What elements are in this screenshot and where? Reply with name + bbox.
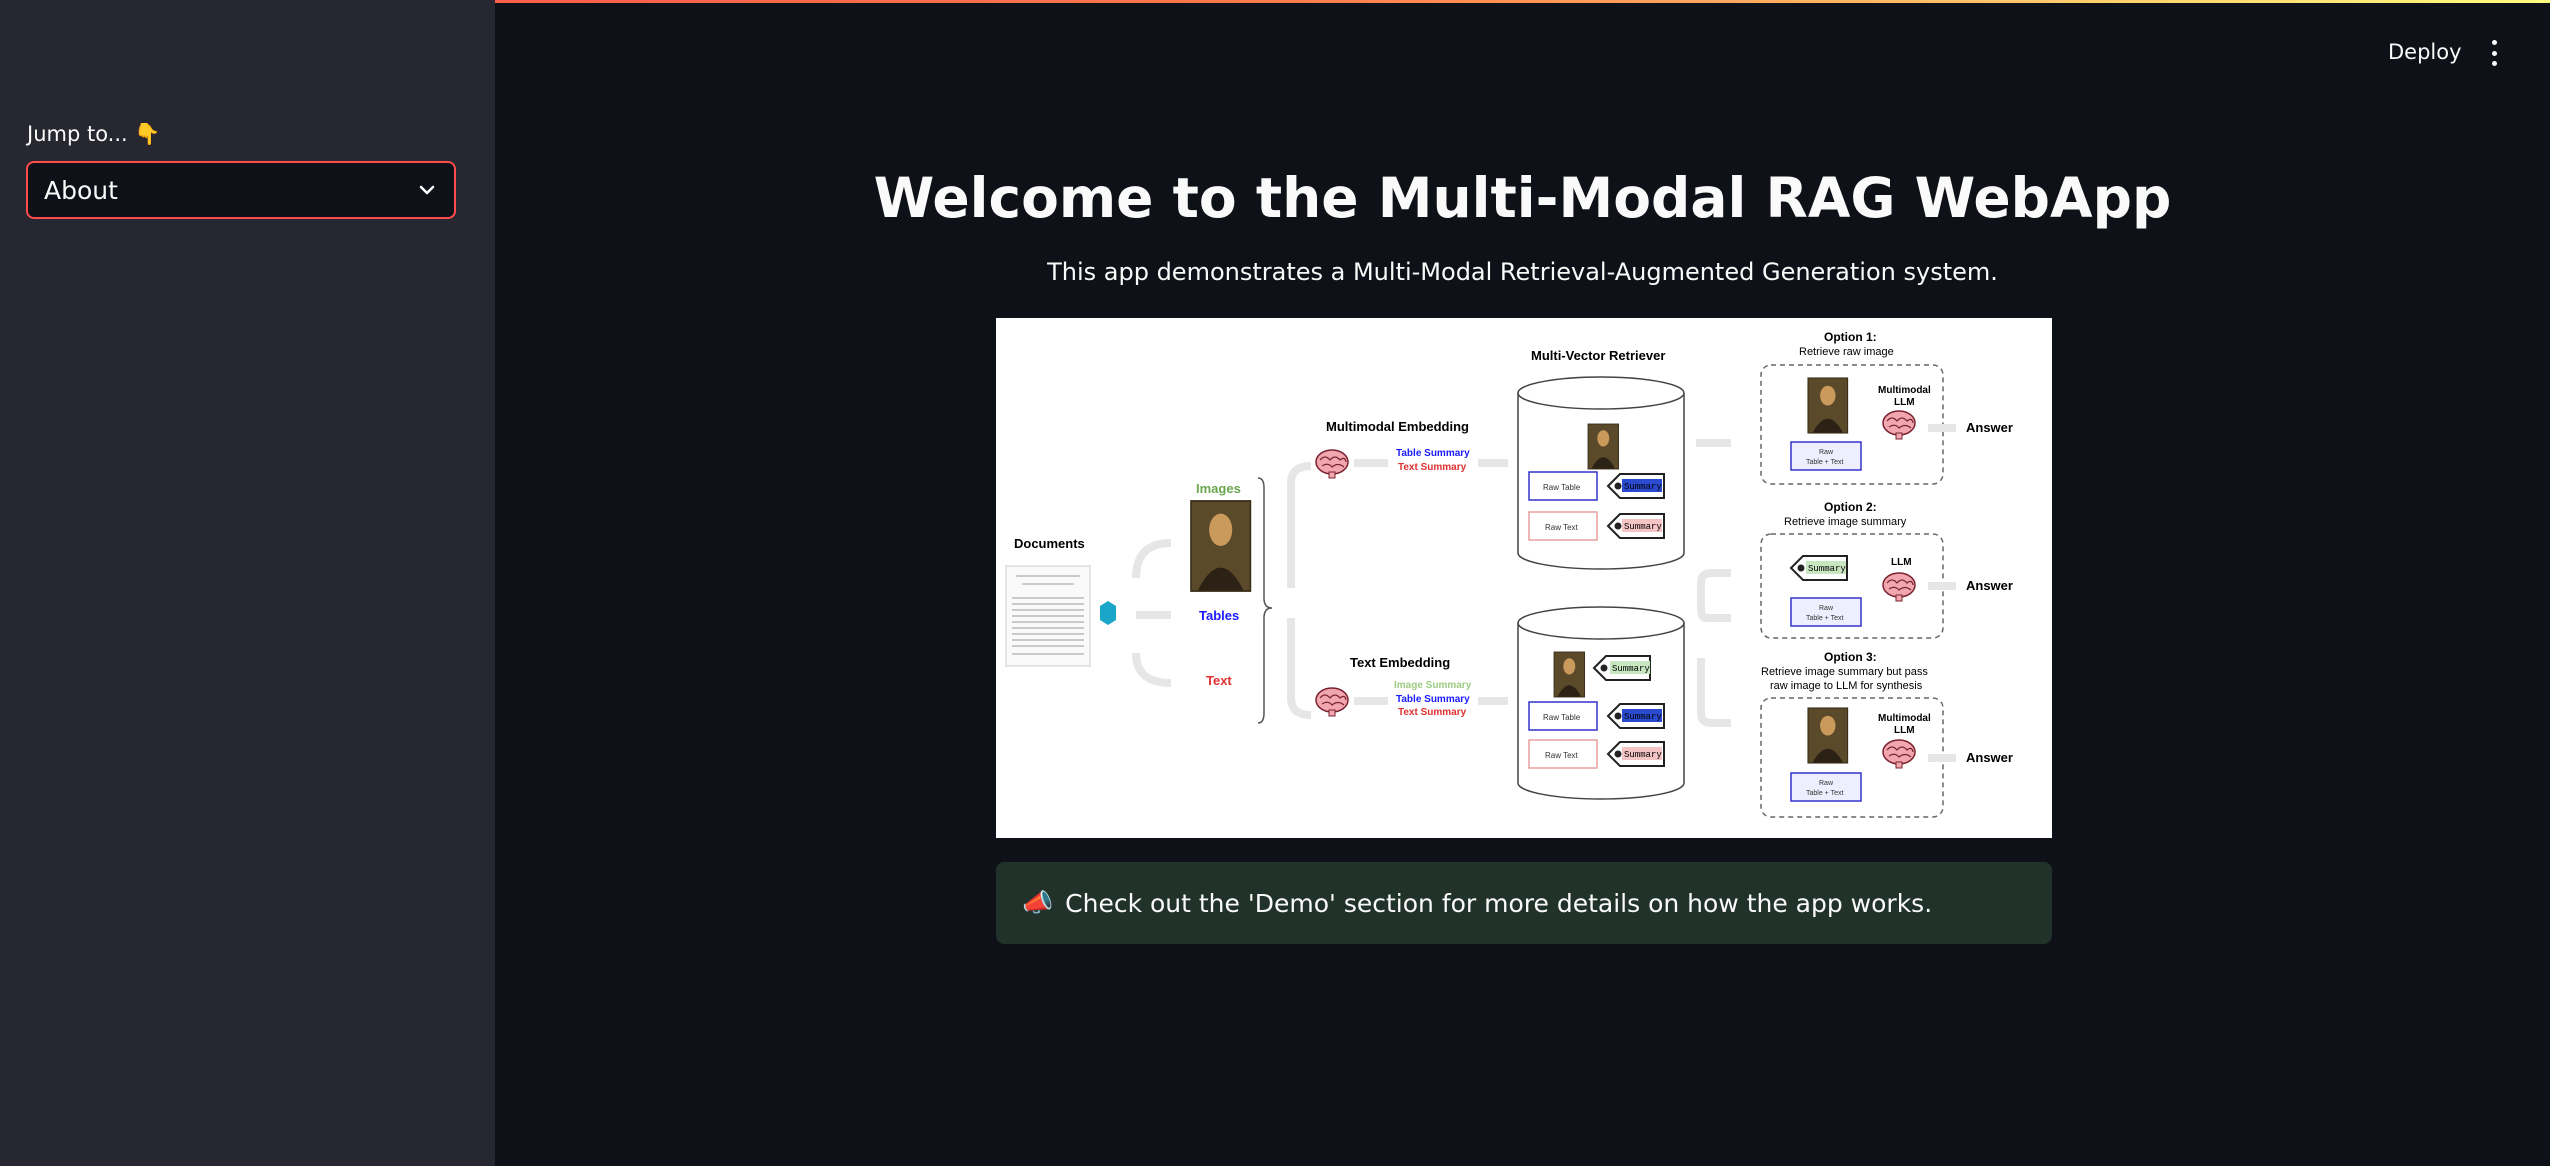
summary-tag-label: Summary <box>1808 564 1846 574</box>
option3-desc-line2: raw image to LLM for synthesis <box>1770 680 1923 692</box>
text-embedding-label: Text Embedding <box>1350 655 1450 670</box>
option1-title: Option 1: <box>1824 330 1877 344</box>
summary-tag-label: Summary <box>1624 750 1662 760</box>
brain-icon <box>1882 410 1916 440</box>
multimodal-label: Multimodal <box>1878 713 1931 724</box>
info-text: Check out the 'Demo' section for more de… <box>1065 888 1933 918</box>
table-summary-label: Table Summary <box>1396 694 1470 705</box>
option2-desc: Retrieve image summary <box>1784 516 1907 528</box>
brain-icon <box>1315 449 1349 479</box>
option3-title: Option 3: <box>1824 650 1877 664</box>
page-title: Welcome to the Multi-Modal RAG WebApp <box>873 166 2172 230</box>
page-select-value: About <box>44 175 118 205</box>
group-brace <box>1257 477 1273 724</box>
llm-label: LLM <box>1891 557 1912 568</box>
brain-icon <box>1882 739 1916 769</box>
split-arrows <box>1132 539 1172 687</box>
raw-text-label: Raw Text <box>1545 523 1579 532</box>
answer-label: Answer <box>1966 578 2013 593</box>
table-text-label: Table + Text <box>1806 790 1843 797</box>
chevron-down-icon <box>419 185 435 195</box>
megaphone-icon: 📣 <box>1022 888 1054 917</box>
text-summary-label: Text Summary <box>1398 707 1467 718</box>
jump-to-text: Jump to... <box>27 122 128 146</box>
main-menu-icon[interactable] <box>2480 38 2508 68</box>
multimodal-embedding-label: Multimodal Embedding <box>1326 419 1469 434</box>
info-callout: 📣 Check out the 'Demo' section for more … <box>996 862 2052 944</box>
image-summary-label: Image Summary <box>1394 680 1472 691</box>
images-label: Images <box>1196 481 1241 496</box>
retrieval-arrows <box>1696 439 1731 727</box>
raw-table-label: Raw Table <box>1543 713 1581 722</box>
brain-icon <box>1315 687 1349 717</box>
multimodal-label: Multimodal <box>1878 385 1931 396</box>
multi-vector-retriever-label: Multi-Vector Retriever <box>1531 348 1665 363</box>
raw-label: Raw <box>1819 605 1834 612</box>
answer-label: Answer <box>1966 750 2013 765</box>
raw-table-label: Raw Table <box>1543 483 1581 492</box>
mona-lisa-image <box>1807 377 1849 434</box>
raw-text-label: Raw Text <box>1545 751 1579 760</box>
table-text-label: Table + Text <box>1806 615 1843 622</box>
documents-label: Documents <box>1014 536 1085 551</box>
tables-label: Tables <box>1199 608 1239 623</box>
mona-lisa-image <box>1587 423 1620 470</box>
embedding-arrows <box>1287 462 1312 719</box>
llm-label: LLM <box>1894 397 1915 408</box>
jump-to-label: Jump to... 👇 <box>27 122 161 147</box>
summary-tag-label: Summary <box>1612 664 1650 674</box>
summary-tag-label: Summary <box>1624 712 1662 722</box>
llm-label: LLM <box>1894 725 1915 736</box>
text-label: Text <box>1206 673 1232 688</box>
architecture-diagram: Documents Images Tables Text Multimodal … <box>996 318 2052 838</box>
page-select[interactable]: About <box>26 161 456 219</box>
table-summary-label: Table Summary <box>1396 448 1470 459</box>
deploy-button[interactable]: Deploy <box>2380 36 2470 68</box>
summary-tag-label: Summary <box>1624 522 1662 532</box>
mona-lisa-image <box>1807 707 1849 764</box>
page-subtitle: This app demonstrates a Multi-Modal Retr… <box>1047 258 1998 286</box>
raw-label: Raw <box>1819 449 1834 456</box>
pointing-down-icon: 👇 <box>134 122 161 146</box>
unstructured-logo-icon <box>1100 601 1116 625</box>
sidebar: Jump to... 👇 About <box>0 0 495 1166</box>
option3-desc-line1: Retrieve image summary but pass <box>1761 666 1928 678</box>
mona-lisa-image <box>1553 651 1586 698</box>
answer-label: Answer <box>1966 420 2013 435</box>
text-summary-label: Text Summary <box>1398 462 1467 473</box>
table-text-label: Table + Text <box>1806 459 1843 466</box>
brain-icon <box>1882 572 1916 602</box>
summary-tag-label: Summary <box>1624 482 1662 492</box>
option2-title: Option 2: <box>1824 500 1877 514</box>
raw-label: Raw <box>1819 780 1834 787</box>
mona-lisa-image <box>1190 500 1252 592</box>
option1-desc: Retrieve raw image <box>1799 346 1894 358</box>
